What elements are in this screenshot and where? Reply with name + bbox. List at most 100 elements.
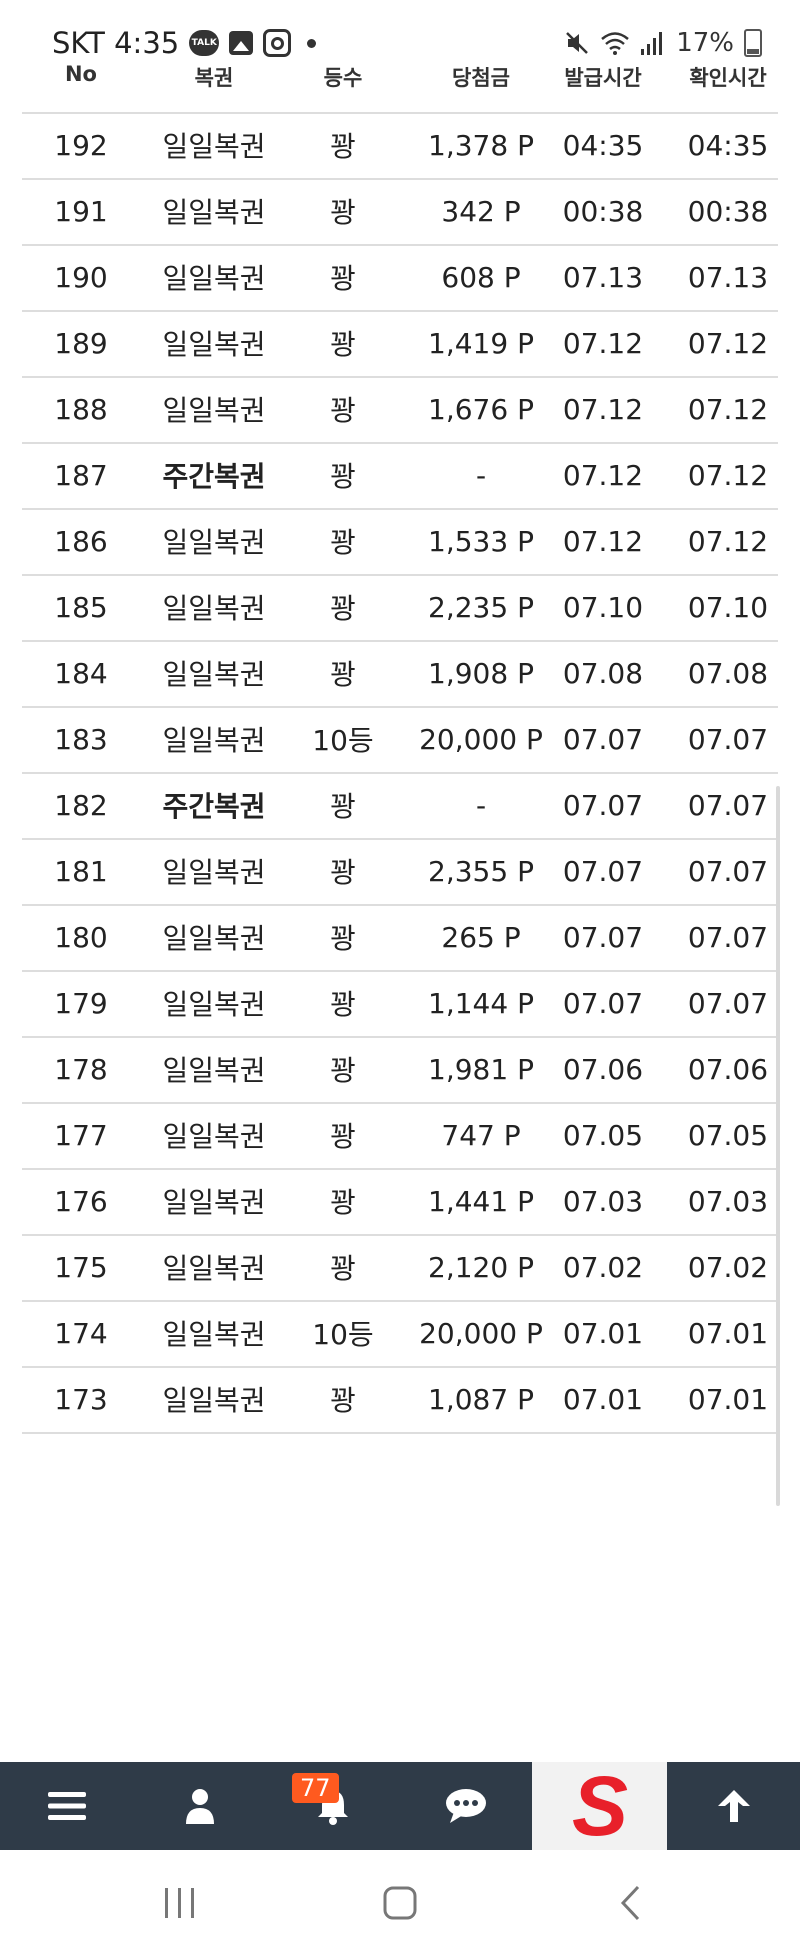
scroll-top-button[interactable]	[667, 1762, 800, 1850]
row-check-time: 07.07	[687, 854, 769, 888]
scrollbar[interactable]	[776, 786, 780, 1506]
row-rank: 꽝	[330, 1054, 356, 1087]
kakaotalk-icon: TALK	[189, 30, 220, 56]
signal-icon	[641, 32, 663, 55]
more-notifications-icon	[307, 38, 317, 48]
table-row[interactable]: 174 일일복권 10등 20,000 P 07.01 07.01	[22, 1300, 778, 1368]
table-row[interactable]: 182 주간복권 꽝 -07.07 07.07	[22, 772, 778, 840]
row-check-time: 07.03	[687, 1184, 769, 1218]
row-no: 190	[54, 260, 108, 294]
row-no: 187	[54, 458, 108, 492]
row-rank: 꽝	[330, 394, 356, 427]
row-lottery-type: 일일복권	[162, 1120, 266, 1153]
row-no: 180	[54, 920, 108, 954]
table-row[interactable]: 179 일일복권 꽝 1,144 P 07.07 07.07	[22, 970, 778, 1038]
mute-icon	[566, 32, 589, 54]
table-row[interactable]: 183 일일복권 10등 20,000 P 07.07 07.07	[22, 706, 778, 774]
site-logo-button[interactable]: S	[532, 1762, 667, 1850]
row-issue-time: 07.07	[562, 788, 644, 822]
header-check-time[interactable]: 확인시간	[662, 60, 794, 102]
header-rank[interactable]: 등수	[288, 60, 398, 102]
table-row[interactable]: 173 일일복권 꽝 1,087 P 07.01 07.01	[22, 1366, 778, 1434]
svg-text:S: S	[571, 1767, 627, 1845]
back-icon	[620, 1885, 640, 1921]
row-lottery-type: 일일복권	[162, 856, 266, 889]
table-row[interactable]: 190 일일복권 꽝 608 P 07.13 07.13	[22, 244, 778, 312]
row-check-time: 07.01	[687, 1316, 769, 1350]
row-rank: 꽝	[330, 1384, 356, 1417]
table-row[interactable]: 181 일일복권 꽝 2,355 P 07.07 07.07	[22, 838, 778, 906]
row-check-time: 07.12	[687, 326, 769, 360]
row-rank: 꽝	[330, 262, 356, 295]
row-rank: 꽝	[330, 526, 356, 559]
header-type[interactable]: 복권	[140, 60, 288, 102]
table-row[interactable]: 186 일일복권 꽝 1,533 P 07.12 07.12	[22, 508, 778, 576]
row-lottery-type: 일일복권	[162, 724, 266, 757]
row-issue-time: 07.12	[562, 524, 644, 558]
row-lottery-type: 일일복권	[162, 1384, 266, 1417]
row-no: 176	[54, 1184, 108, 1218]
row-rank: 꽝	[330, 130, 356, 163]
table-row[interactable]: 178 일일복권 꽝 1,981 P 07.06 07.06	[22, 1036, 778, 1104]
row-no: 185	[54, 590, 108, 624]
row-rank: 꽝	[330, 856, 356, 889]
row-issue-time: 07.08	[562, 656, 644, 690]
row-check-time: 07.13	[687, 260, 769, 294]
table-row[interactable]: 176 일일복권 꽝 1,441 P 07.03 07.03	[22, 1168, 778, 1236]
row-check-time: 07.07	[687, 920, 769, 954]
instagram-icon	[263, 29, 292, 57]
table-row[interactable]: 191 일일복권 꽝 342 P 00:38 00:38	[22, 178, 778, 246]
profile-button[interactable]	[133, 1762, 266, 1850]
row-no: 184	[54, 656, 108, 690]
row-lottery-type: 일일복권	[162, 196, 266, 229]
recent-apps-button[interactable]	[130, 1850, 230, 1956]
row-rank: 10등	[312, 1318, 374, 1351]
row-issue-time: 07.02	[562, 1250, 644, 1284]
row-check-time: 00:38	[687, 194, 769, 228]
row-lottery-type: 일일복권	[162, 1054, 266, 1087]
row-lottery-type: 일일복권	[162, 1252, 266, 1285]
table-row[interactable]: 177 일일복권 꽝 747 P 07.05 07.05	[22, 1102, 778, 1170]
row-check-time: 07.06	[687, 1052, 769, 1086]
recent-apps-icon	[165, 1888, 194, 1918]
row-rank: 꽝	[330, 658, 356, 691]
row-rank: 꽝	[330, 196, 356, 229]
header-issue-time[interactable]: 발급시간	[540, 60, 666, 102]
table-row[interactable]: 189 일일복권 꽝 1,419 P 07.12 07.12	[22, 310, 778, 378]
chat-button[interactable]	[399, 1762, 532, 1850]
row-check-time: 07.02	[687, 1250, 769, 1284]
row-issue-time: 07.01	[562, 1316, 644, 1350]
row-lottery-type: 일일복권	[162, 328, 266, 361]
header-no[interactable]: No	[22, 60, 140, 102]
status-left: SKT 4:35 TALK	[52, 26, 317, 60]
row-check-time: 07.12	[687, 458, 769, 492]
back-button[interactable]	[580, 1850, 680, 1956]
row-issue-time: 07.13	[562, 260, 644, 294]
row-rank: 꽝	[330, 1252, 356, 1285]
row-lottery-type: 일일복권	[162, 658, 266, 691]
row-no: 186	[54, 524, 108, 558]
table-row[interactable]: 180 일일복권 꽝 265 P 07.07 07.07	[22, 904, 778, 972]
table-row[interactable]: 187 주간복권 꽝 -07.12 07.12	[22, 442, 778, 510]
table-row[interactable]: 188 일일복권 꽝 1,676 P 07.12 07.12	[22, 376, 778, 444]
table-header: No 복권 등수 당첨금 발급시간 확인시간	[22, 60, 778, 114]
row-no: 174	[54, 1316, 108, 1350]
row-lottery-type: 일일복권	[162, 1318, 266, 1351]
carrier-time: SKT 4:35	[52, 26, 180, 60]
table-row[interactable]: 192 일일복권 꽝 1,378 P 04:35 04:35	[22, 112, 778, 180]
row-issue-time: 07.12	[562, 392, 644, 426]
row-rank: 꽝	[330, 1120, 356, 1153]
table-row[interactable]: 185 일일복권 꽝 2,235 P 07.10 07.10	[22, 574, 778, 642]
row-issue-time: 00:38	[562, 194, 644, 228]
home-button[interactable]	[350, 1850, 450, 1956]
chat-icon	[445, 1789, 486, 1823]
row-issue-time: 07.06	[562, 1052, 644, 1086]
row-issue-time: 07.07	[562, 986, 644, 1020]
row-no: 175	[54, 1250, 108, 1284]
table-row[interactable]: 175 일일복권 꽝 2,120 P 07.02 07.02	[22, 1234, 778, 1302]
table-row[interactable]: 184 일일복권 꽝 1,908 P 07.08 07.08	[22, 640, 778, 708]
home-icon	[383, 1886, 417, 1920]
row-check-time: 07.01	[687, 1382, 769, 1416]
menu-button[interactable]	[0, 1762, 133, 1850]
row-lottery-type: 일일복권	[162, 592, 266, 625]
